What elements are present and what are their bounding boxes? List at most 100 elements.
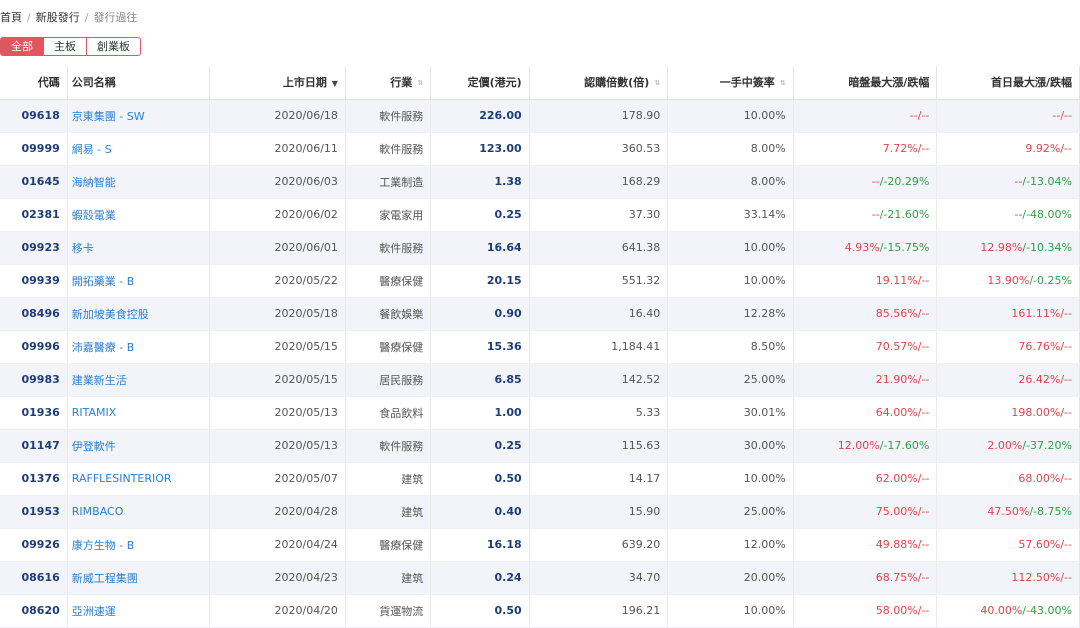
company-name-link[interactable]: 開拓藥業 - B [67, 264, 211, 298]
stock-code[interactable]: 08616 [0, 561, 68, 595]
company-name-link[interactable]: 康方生物 - B [67, 528, 211, 562]
filter-all-button[interactable]: 全部 [0, 37, 44, 56]
stock-code[interactable]: 09926 [0, 528, 68, 562]
table-row[interactable]: 09996 沛嘉醫療 - B 2020/05/15 醫療保健 15.36 1,184.41… [0, 330, 1080, 364]
grey-market-range: 64.00%/-- [793, 396, 938, 430]
stock-code[interactable]: 09999 [0, 132, 68, 166]
offer-price: 15.36 [430, 330, 530, 364]
breadcrumb-home[interactable]: 首頁 [0, 11, 22, 24]
subscription-multiple: 639.20 [529, 528, 669, 562]
sort-icon[interactable]: ⇅ [653, 79, 660, 87]
table-row[interactable]: 01936 RITAMIX 2020/05/13 食品飲料 1.00 5.33 30.01%… [0, 396, 1080, 430]
company-name-link[interactable]: 網易 - S [67, 132, 211, 166]
table-row[interactable]: 09939 開拓藥業 - B 2020/05/22 醫療保健 20.15 551.32 10… [0, 264, 1080, 298]
stock-code[interactable]: 01147 [0, 429, 68, 463]
lot-success-rate: 20.00% [667, 561, 794, 595]
table-row[interactable]: 08496 新加坡美食控股 2020/05/18 餐飲娛樂 0.90 16.40 12.28… [0, 297, 1080, 331]
sort-icon[interactable]: ⇅ [416, 79, 423, 87]
subscription-multiple: 5.33 [529, 396, 669, 430]
company-name-link[interactable]: 伊登軟件 [67, 429, 211, 463]
company-name-link[interactable]: 建業新生活 [67, 363, 211, 397]
stock-code[interactable]: 09923 [0, 231, 68, 265]
grey-market-range: 68.75%/-- [793, 561, 938, 595]
table-row[interactable]: 09999 網易 - S 2020/06/11 軟件服務 123.00 360.53 8.0… [0, 132, 1080, 166]
stock-code[interactable]: 01645 [0, 165, 68, 199]
max-loss: /-21.60% [879, 208, 930, 221]
table-row[interactable]: 08620 亞洲速運 2020/04/20 貨運物流 0.50 196.21 10.00% 5… [0, 594, 1080, 628]
filter-gem-button[interactable]: 創業板 [86, 37, 141, 56]
market-filter-group: 全部 主板 創業板 [0, 37, 141, 56]
sort-desc-icon[interactable]: ▼ [331, 79, 338, 88]
offer-price: 16.64 [430, 231, 530, 265]
breadcrumb-separator: / [84, 11, 89, 24]
max-gain: 13.90% [987, 274, 1030, 287]
header-price: 定價(港元) [430, 66, 530, 100]
lot-success-rate: 12.28% [667, 297, 794, 331]
table-row[interactable]: 02381 蝦殼電業 2020/06/02 家電家用 0.25 37.30 33.14% --… [0, 198, 1080, 232]
stock-code[interactable]: 01376 [0, 462, 68, 496]
lot-success-rate: 33.14% [667, 198, 794, 232]
table-row[interactable]: 09618 京東集團 - SW 2020/06/18 軟件服務 226.00 178.90… [0, 99, 1080, 133]
header-industry[interactable]: 行業 ⇅ [345, 66, 432, 100]
header-listing-date[interactable]: 上市日期 ▼ [209, 66, 346, 100]
header-lot-rate[interactable]: 一手中簽率 ⇅ [667, 66, 794, 100]
stock-code[interactable]: 09983 [0, 363, 68, 397]
grey-market-range: 85.56%/-- [793, 297, 938, 331]
company-name-link[interactable]: 亞洲速運 [67, 594, 211, 628]
company-name-link[interactable]: 蝦殼電業 [67, 198, 211, 232]
listing-date: 2020/05/22 [209, 264, 346, 298]
max-gain: 58.00% [875, 604, 918, 617]
sort-icon[interactable]: ⇅ [779, 79, 786, 87]
company-name-link[interactable]: RITAMIX [67, 396, 211, 430]
table-row[interactable]: 01645 海納智能 2020/06/03 工業制造 1.38 168.29 8.00% --… [0, 165, 1080, 199]
table-row[interactable]: 01376 RAFFLESINTERIOR 2020/05/07 建筑 0.50 14.1… [0, 462, 1080, 496]
company-name-link[interactable]: 京東集團 - SW [67, 99, 211, 133]
table-row[interactable]: 08616 新威工程集團 2020/04/23 建筑 0.24 34.70 20.00% 68… [0, 561, 1080, 595]
max-loss: /-10.34% [1022, 241, 1072, 254]
company-name-link[interactable]: 移卡 [67, 231, 211, 265]
table-header-row: 代碼 公司名稱 上市日期 ▼ 行業 ⇅ 定價(港元) 認購倍數(倍) ⇅ 一手中簽率 ⇅… [0, 66, 1080, 100]
max-loss: /-- [1060, 109, 1072, 122]
table-row[interactable]: 09926 康方生物 - B 2020/04/24 醫療保健 16.18 639.20 12… [0, 528, 1080, 562]
header-subscription[interactable]: 認購倍數(倍) ⇅ [529, 66, 669, 100]
subscription-multiple: 1,184.41 [529, 330, 669, 364]
table-row[interactable]: 09923 移卡 2020/06/01 軟件服務 16.64 641.38 10.00% 4.… [0, 231, 1080, 265]
stock-code[interactable]: 09618 [0, 99, 68, 133]
ipo-history-table: 代碼 公司名稱 上市日期 ▼ 行業 ⇅ 定價(港元) 認購倍數(倍) ⇅ 一手中簽率 ⇅… [0, 66, 1080, 628]
grey-market-range: 62.00%/-- [793, 462, 938, 496]
industry: 軟件服務 [345, 132, 432, 166]
stock-code[interactable]: 02381 [0, 198, 68, 232]
listing-date: 2020/04/28 [209, 495, 346, 529]
stock-code[interactable]: 09996 [0, 330, 68, 364]
first-day-range: --/-- [936, 99, 1080, 133]
stock-code[interactable]: 01953 [0, 495, 68, 529]
grey-market-range: 12.00%/-17.60% [793, 429, 938, 463]
max-gain: 12.98% [980, 241, 1023, 254]
stock-code[interactable]: 08496 [0, 297, 68, 331]
stock-code[interactable]: 09939 [0, 264, 68, 298]
stock-code[interactable]: 08620 [0, 594, 68, 628]
max-gain: 12.00% [837, 439, 880, 452]
filter-main-board-button[interactable]: 主板 [43, 37, 87, 56]
company-name-link[interactable]: RAFFLESINTERIOR [67, 462, 211, 496]
table-row[interactable]: 01147 伊登軟件 2020/05/13 軟件服務 0.25 115.63 30.00% 1… [0, 429, 1080, 463]
max-loss: /-- [917, 538, 930, 551]
lot-success-rate: 12.00% [667, 528, 794, 562]
breadcrumb-ipo[interactable]: 新股發行 [36, 11, 80, 24]
subscription-multiple: 168.29 [529, 165, 669, 199]
company-name-link[interactable]: 新威工程集團 [67, 561, 211, 595]
grey-market-range: 7.72%/-- [793, 132, 938, 166]
company-name-link[interactable]: 新加坡美食控股 [67, 297, 211, 331]
first-day-range: 9.92%/-- [936, 132, 1080, 166]
listing-date: 2020/05/07 [209, 462, 346, 496]
table-row[interactable]: 09983 建業新生活 2020/05/15 居民服務 6.85 142.52 25.00%… [0, 363, 1080, 397]
breadcrumb-separator: / [27, 11, 31, 24]
lot-success-rate: 30.01% [667, 396, 794, 430]
table-row[interactable]: 01953 RIMBACO 2020/04/28 建筑 0.40 15.90 25.00% 7… [0, 495, 1080, 529]
lot-success-rate: 10.00% [667, 462, 794, 496]
company-name-link[interactable]: 海納智能 [67, 165, 211, 199]
max-gain: 19.11% [875, 274, 918, 287]
company-name-link[interactable]: 沛嘉醫療 - B [67, 330, 211, 364]
company-name-link[interactable]: RIMBACO [67, 495, 211, 529]
stock-code[interactable]: 01936 [0, 396, 68, 430]
